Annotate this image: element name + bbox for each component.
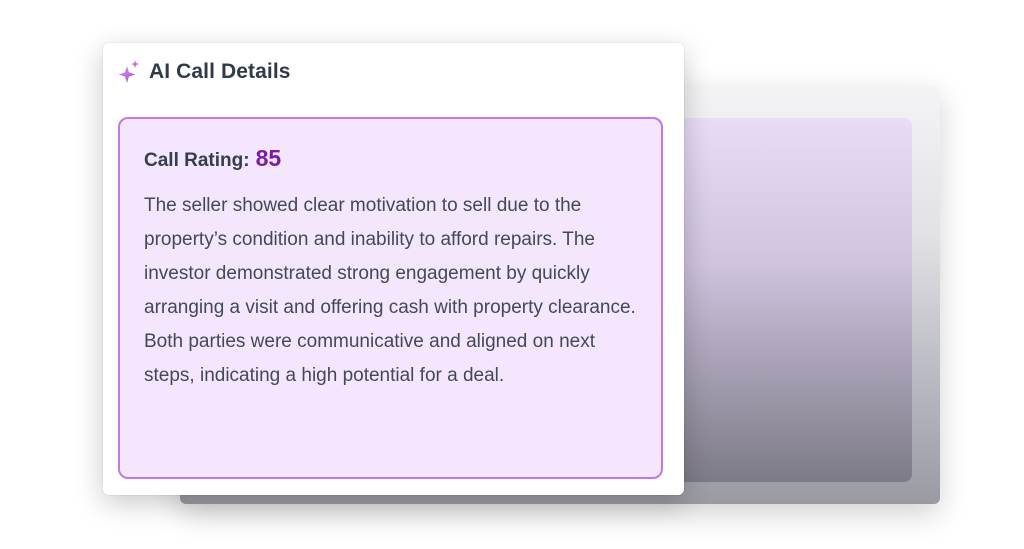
call-rating: Call Rating: 85 <box>144 145 281 172</box>
card-header: AI Call Details <box>117 57 291 87</box>
card-title: AI Call Details <box>149 60 291 83</box>
call-details-box: Call Rating: 85 The seller showed clear … <box>118 117 663 479</box>
call-rating-value: 85 <box>255 145 282 171</box>
call-summary-text: The seller showed clear motivation to se… <box>144 195 636 386</box>
ai-call-details-card: AI Call Details Call Rating: 85 The sell… <box>103 43 684 495</box>
sparkles-icon <box>118 60 139 83</box>
call-rating-label: Call Rating: <box>144 150 250 171</box>
